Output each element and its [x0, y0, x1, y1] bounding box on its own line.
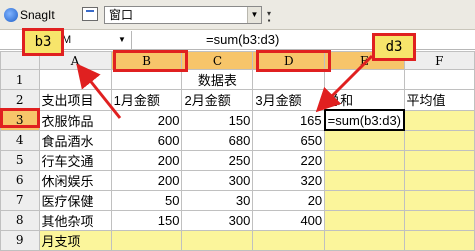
cell-e7[interactable] — [324, 189, 405, 211]
row-header-9[interactable]: 9 — [0, 229, 40, 251]
cell-a2[interactable]: 支出项目 — [38, 89, 112, 111]
cell-c1[interactable]: 数据表 — [181, 69, 254, 90]
cell-a9[interactable]: 月支项 — [38, 229, 112, 251]
cell-a8[interactable]: 其他杂项 — [38, 209, 112, 231]
cell-f2[interactable]: 平均值 — [403, 89, 475, 111]
cell-f4[interactable] — [403, 129, 475, 151]
callout-d3: d3 — [372, 33, 416, 61]
column-header-c[interactable]: C — [181, 51, 254, 70]
row-header-8[interactable]: 8 — [0, 209, 40, 231]
cell-e4[interactable] — [324, 129, 405, 151]
row-header-2[interactable]: 2 — [0, 89, 40, 111]
cell-c6[interactable]: 300 — [181, 169, 254, 191]
cell-c4[interactable]: 680 — [181, 129, 254, 151]
formula-input[interactable]: =sum(b3:d3) — [206, 31, 279, 49]
cell-b6[interactable]: 200 — [110, 169, 183, 191]
cell-e8[interactable] — [324, 209, 405, 231]
cell-a4[interactable]: 食品酒水 — [38, 129, 112, 151]
cell-b4[interactable]: 600 — [110, 129, 183, 151]
cell-e2[interactable]: 总和 — [324, 89, 405, 111]
cell-e9[interactable] — [324, 229, 405, 251]
cell-a5[interactable]: 行车交通 — [38, 149, 112, 171]
cell-d4[interactable]: 650 — [252, 129, 326, 151]
cell-f9[interactable] — [403, 229, 475, 251]
highlight-row-3 — [0, 108, 40, 128]
capture-mode-value: 窗口 — [109, 8, 134, 22]
cell-d5[interactable]: 220 — [252, 149, 326, 171]
cell-d1[interactable] — [252, 69, 326, 90]
cell-f3[interactable] — [403, 109, 475, 131]
cell-e5[interactable] — [324, 149, 405, 171]
highlight-column-b — [113, 50, 188, 72]
cell-e1[interactable] — [324, 69, 405, 90]
cell-c7[interactable]: 30 — [181, 189, 254, 211]
cell-d6[interactable]: 320 — [252, 169, 326, 191]
spreadsheet-grid: A B C D E F 1 数据表 2 支出项目 1月金额 2月金额 3月金额 … — [0, 51, 475, 251]
row-header-7[interactable]: 7 — [0, 189, 40, 211]
cell-b8[interactable]: 150 — [110, 209, 183, 231]
cell-c3[interactable]: 150 — [181, 109, 254, 131]
cell-c2[interactable]: 2月金额 — [181, 89, 254, 111]
cell-b5[interactable]: 200 — [110, 149, 183, 171]
row-header-5[interactable]: 5 — [0, 149, 40, 171]
row-header-6[interactable]: 6 — [0, 169, 40, 191]
snagit-capture-button[interactable]: SnagIt — [4, 5, 66, 25]
cell-a7[interactable]: 医疗保健 — [38, 189, 112, 211]
cell-a6[interactable]: 休闲娱乐 — [38, 169, 112, 191]
row-header-4[interactable]: 4 — [0, 129, 40, 151]
chevron-down-icon[interactable]: ▼ — [247, 7, 261, 23]
cell-f6[interactable] — [403, 169, 475, 191]
cell-f1[interactable] — [403, 69, 475, 90]
cell-f5[interactable] — [403, 149, 475, 171]
snagit-label: SnagIt — [20, 8, 55, 22]
cell-b3[interactable]: 200 — [110, 109, 183, 131]
row-header-1[interactable]: 1 — [0, 69, 40, 90]
cell-b1[interactable] — [110, 69, 183, 90]
cell-d2[interactable]: 3月金额 — [252, 89, 326, 111]
toolbar-options-icon[interactable]: ▾ ▪ — [265, 10, 273, 25]
name-box[interactable]: M — [0, 31, 132, 49]
cell-e6[interactable] — [324, 169, 405, 191]
cell-c5[interactable]: 250 — [181, 149, 254, 171]
cell-d3[interactable]: 165 — [252, 109, 326, 131]
cell-b7[interactable]: 50 — [110, 189, 183, 211]
cell-c9[interactable] — [181, 229, 254, 251]
snagit-toolbar: SnagIt 窗口 ▼ ▾ ▪ — [0, 0, 475, 30]
snagit-logo-icon — [4, 8, 18, 22]
cell-f7[interactable] — [403, 189, 475, 211]
snagit-editor-icon[interactable] — [82, 7, 98, 21]
cell-d8[interactable]: 400 — [252, 209, 326, 231]
cell-f8[interactable] — [403, 209, 475, 231]
cell-c8[interactable]: 300 — [181, 209, 254, 231]
highlight-column-d — [256, 50, 331, 72]
callout-b3: b3 — [22, 28, 64, 56]
name-box-dropdown-icon[interactable]: ▼ — [116, 34, 128, 46]
cell-b9[interactable] — [110, 229, 183, 251]
cell-e3-active[interactable]: =sum(b3:d3) — [323, 109, 406, 131]
capture-mode-select[interactable]: 窗口 ▼ — [104, 6, 262, 24]
cell-d9[interactable] — [252, 229, 326, 251]
cell-a3[interactable]: 衣服饰品 — [38, 109, 112, 131]
cell-b2[interactable]: 1月金额 — [110, 89, 183, 111]
cell-a1[interactable] — [38, 69, 112, 90]
cell-d7[interactable]: 20 — [252, 189, 326, 211]
